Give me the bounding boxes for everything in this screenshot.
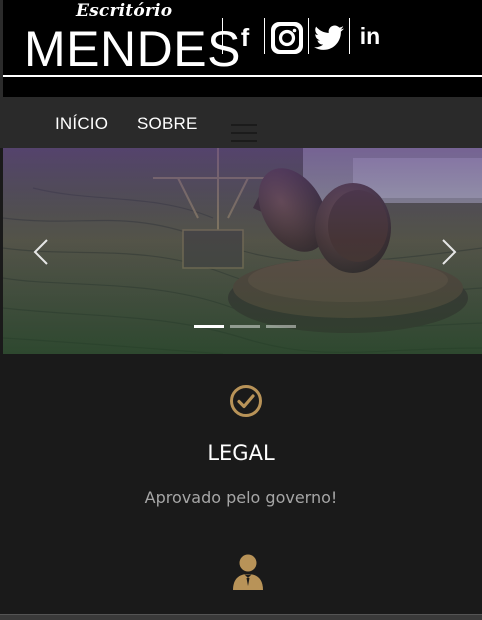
carousel-next-button[interactable]	[439, 238, 459, 266]
hamburger-line	[231, 132, 257, 134]
facebook-link[interactable]: f	[233, 22, 257, 54]
divider	[308, 18, 309, 54]
carousel-prev-button[interactable]	[31, 238, 51, 266]
carousel-indicator-2[interactable]	[230, 325, 260, 328]
carousel-indicators	[194, 325, 296, 328]
lawyer-icon	[233, 554, 263, 590]
hamburger-line	[231, 124, 257, 126]
hamburger-line	[231, 140, 257, 142]
divider	[264, 18, 265, 54]
header-underline	[3, 75, 482, 77]
divider	[349, 18, 350, 54]
brand-subtitle: Escritório	[76, 1, 173, 21]
brand-title: MENDES	[24, 21, 241, 77]
feature-description: Aprovado pelo governo!	[144, 488, 338, 507]
gavel-image	[3, 148, 482, 354]
nav-item-inicio[interactable]: INÍCIO	[55, 114, 108, 134]
menu-toggle-button[interactable]	[226, 117, 262, 149]
check-circle-icon	[230, 385, 262, 417]
instagram-icon	[271, 22, 303, 54]
hero-carousel	[3, 148, 482, 354]
bottom-scroll-strip	[0, 614, 482, 620]
feature-title: LEGAL	[207, 441, 275, 465]
facebook-icon: f	[240, 23, 250, 52]
linkedin-link[interactable]: in	[355, 20, 385, 52]
carousel-indicator-3[interactable]	[266, 325, 296, 328]
twitter-link[interactable]	[312, 22, 346, 54]
carousel-indicator-1[interactable]	[194, 325, 224, 328]
site-header: Escritório MENDES f in	[0, 0, 482, 97]
divider	[222, 18, 223, 54]
twitter-icon	[314, 25, 344, 50]
nav-item-sobre[interactable]: SOBRE	[137, 114, 198, 134]
linkedin-icon: in	[359, 22, 381, 49]
instagram-link[interactable]	[269, 20, 305, 56]
